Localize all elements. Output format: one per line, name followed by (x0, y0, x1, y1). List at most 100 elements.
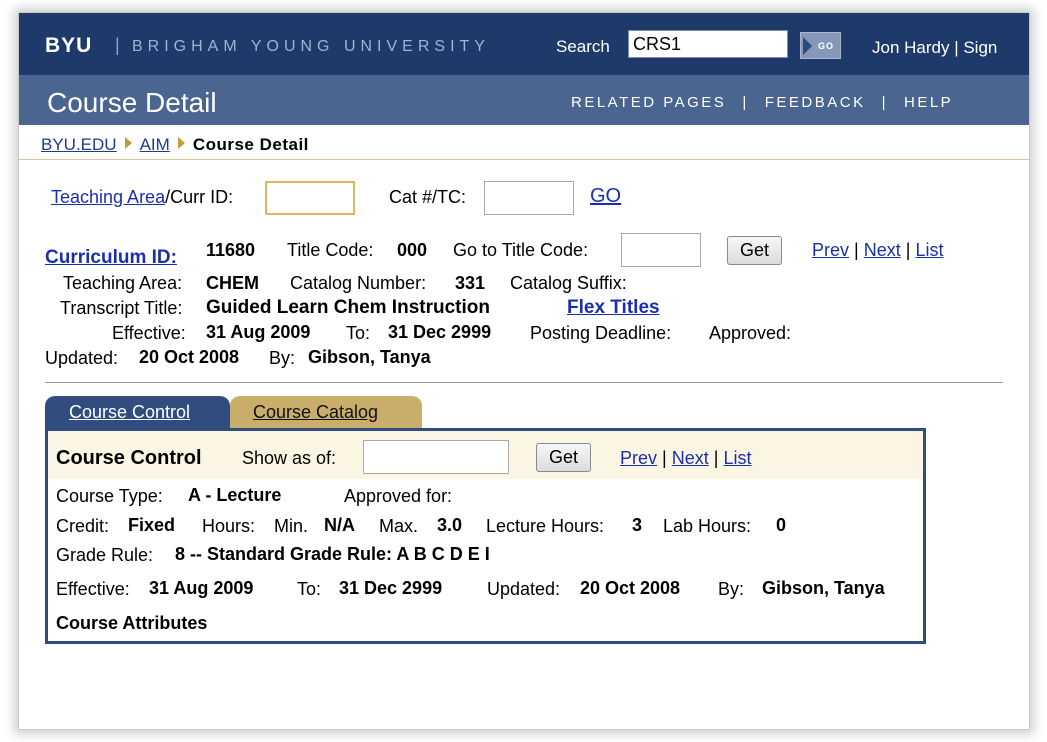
to-value: 31 Dec 2999 (339, 578, 443, 598)
breadcrumb-byu-edu[interactable]: BYU.EDU (41, 135, 117, 154)
page-title: Course Detail (47, 87, 217, 118)
updated-label: Updated: (487, 579, 561, 599)
lab-hours-label: Lab Hours: (663, 516, 752, 536)
nav-separator: | (881, 94, 888, 111)
breadcrumb-aim[interactable]: AIM (140, 135, 170, 154)
catalog-number-value: 331 (455, 273, 486, 293)
course-attributes-heading: Course Attributes (56, 613, 208, 633)
cat-tc-label: Cat #/TC: (389, 187, 467, 207)
title-code-value: 000 (397, 240, 428, 260)
teaching-area-link[interactable]: Teaching Area (51, 187, 165, 207)
search-label: Search (556, 37, 610, 56)
prev-link[interactable]: Prev (812, 240, 849, 260)
updated-label: Updated: (45, 348, 119, 368)
breadcrumb-current: Course Detail (192, 135, 309, 154)
next-link[interactable]: Next (672, 448, 709, 468)
curr-id-label: /Curr ID: (165, 187, 234, 207)
show-as-of-label: Show as of: (242, 448, 337, 468)
to-label: To: (297, 579, 322, 599)
updated-value: 20 Oct 2008 (139, 347, 240, 367)
teaching-area-row: Teaching Area/Curr ID: (51, 187, 233, 208)
curr-id-input[interactable] (265, 181, 355, 215)
next-link[interactable]: Next (864, 240, 901, 260)
control-pager: Prev | Next | List (620, 448, 751, 469)
teaching-area-label: Teaching Area: (63, 273, 183, 293)
prev-link[interactable]: Prev (620, 448, 657, 468)
show-as-of-input[interactable] (363, 440, 509, 474)
min-label: Min. (274, 516, 309, 536)
go-link-wrap: GO (590, 185, 621, 208)
effective-label: Effective: (112, 323, 186, 343)
top-nav: RELATED PAGES | FEEDBACK | HELP (571, 94, 953, 111)
effective-value: 31 Aug 2009 (149, 578, 254, 598)
max-label: Max. (379, 516, 419, 536)
breadcrumb-arrow-icon (124, 137, 132, 149)
divider (45, 382, 1003, 383)
course-control-heading: Course Control (56, 447, 202, 469)
tab-course-control-label: Course Control (69, 402, 191, 422)
nav-separator: | (742, 94, 749, 111)
list-link[interactable]: List (723, 448, 751, 468)
catalog-suffix-label: Catalog Suffix: (510, 273, 627, 293)
browser-page: BYU | BRIGHAM YOUNG UNIVERSITY Search GO… (18, 12, 1030, 730)
curriculum-id-value: 11680 (206, 240, 256, 260)
title-code-label: Title Code: (287, 240, 374, 260)
approved-label: Approved: (709, 323, 792, 343)
updated-value: 20 Oct 2008 (580, 578, 681, 598)
hours-label: Hours: (202, 516, 256, 536)
nav-feedback[interactable]: FEEDBACK (765, 94, 866, 111)
pager-separator: | (662, 448, 667, 468)
divider (19, 159, 1029, 160)
top-bar: BYU | BRIGHAM YOUNG UNIVERSITY Search GO… (19, 13, 1029, 75)
teaching-area-value: CHEM (206, 273, 259, 293)
pager-separator: | (854, 240, 859, 260)
min-value: N/A (324, 515, 355, 535)
max-value: 3.0 (437, 515, 463, 535)
logo-separator: | (115, 35, 120, 55)
credit-value: Fixed (128, 515, 176, 535)
grade-rule-label: Grade Rule: (56, 545, 154, 565)
transcript-title-value: Guided Learn Chem Instruction (206, 297, 490, 318)
title-bar: Course Detail RELATED PAGES | FEEDBACK | HEL… (19, 75, 1029, 125)
lecture-hours-label: Lecture Hours: (486, 516, 605, 536)
lab-hours-value: 0 (776, 515, 787, 535)
catalog-number-label: Catalog Number: (290, 273, 427, 293)
approved-for-label: Approved for: (344, 486, 453, 506)
goto-title-code-label: Go to Title Code: (453, 240, 589, 260)
course-type-value: A - Lecture (188, 485, 282, 505)
go-link[interactable]: GO (590, 185, 621, 207)
university-name[interactable]: BRIGHAM YOUNG UNIVERSITY (132, 38, 490, 56)
lecture-hours-value: 3 (632, 515, 643, 535)
breadcrumb: BYU.EDU AIM Course Detail (41, 135, 309, 155)
search-input[interactable] (628, 30, 788, 58)
list-link[interactable]: List (915, 240, 943, 260)
nav-help[interactable]: HELP (904, 94, 953, 111)
course-type-label: Course Type: (56, 486, 163, 506)
flex-titles-wrap: Flex Titles (567, 297, 660, 319)
tab-course-control[interactable]: Course Control (45, 396, 230, 428)
transcript-title-label: Transcript Title: (60, 298, 183, 318)
pager-separator: | (905, 240, 911, 260)
byu-logo[interactable]: BYU (45, 34, 92, 58)
course-control-panel: Course Control Show as of: Get Prev | Ne… (45, 428, 926, 644)
get-show-as-of-button[interactable]: Get (536, 443, 591, 472)
grade-rule-value: 8 -- Standard Grade Rule: A B C D E I (175, 544, 490, 564)
curriculum-id-label-wrap: Curriculum ID: (45, 247, 177, 269)
user-signout-link[interactable]: Jon Hardy | Sign (872, 38, 997, 58)
search-go-button[interactable]: GO (800, 32, 841, 59)
effective-label: Effective: (56, 579, 130, 599)
to-label: To: (346, 323, 371, 343)
breadcrumb-arrow-icon (177, 137, 185, 149)
nav-related-pages[interactable]: RELATED PAGES (571, 94, 726, 111)
tab-course-catalog[interactable]: Course Catalog (230, 396, 422, 428)
curriculum-pager: Prev | Next | List (812, 240, 943, 261)
get-title-code-button[interactable]: Get (727, 236, 782, 265)
cat-tc-input[interactable] (484, 181, 574, 215)
go-label: GO (818, 41, 835, 51)
pager-separator: | (713, 448, 719, 468)
curriculum-id-link[interactable]: Curriculum ID: (45, 247, 177, 268)
tab-course-catalog-label: Course Catalog (253, 402, 379, 422)
goto-title-code-input[interactable] (621, 233, 701, 267)
flex-titles-link[interactable]: Flex Titles (567, 297, 660, 318)
by-label: By: (718, 579, 745, 599)
